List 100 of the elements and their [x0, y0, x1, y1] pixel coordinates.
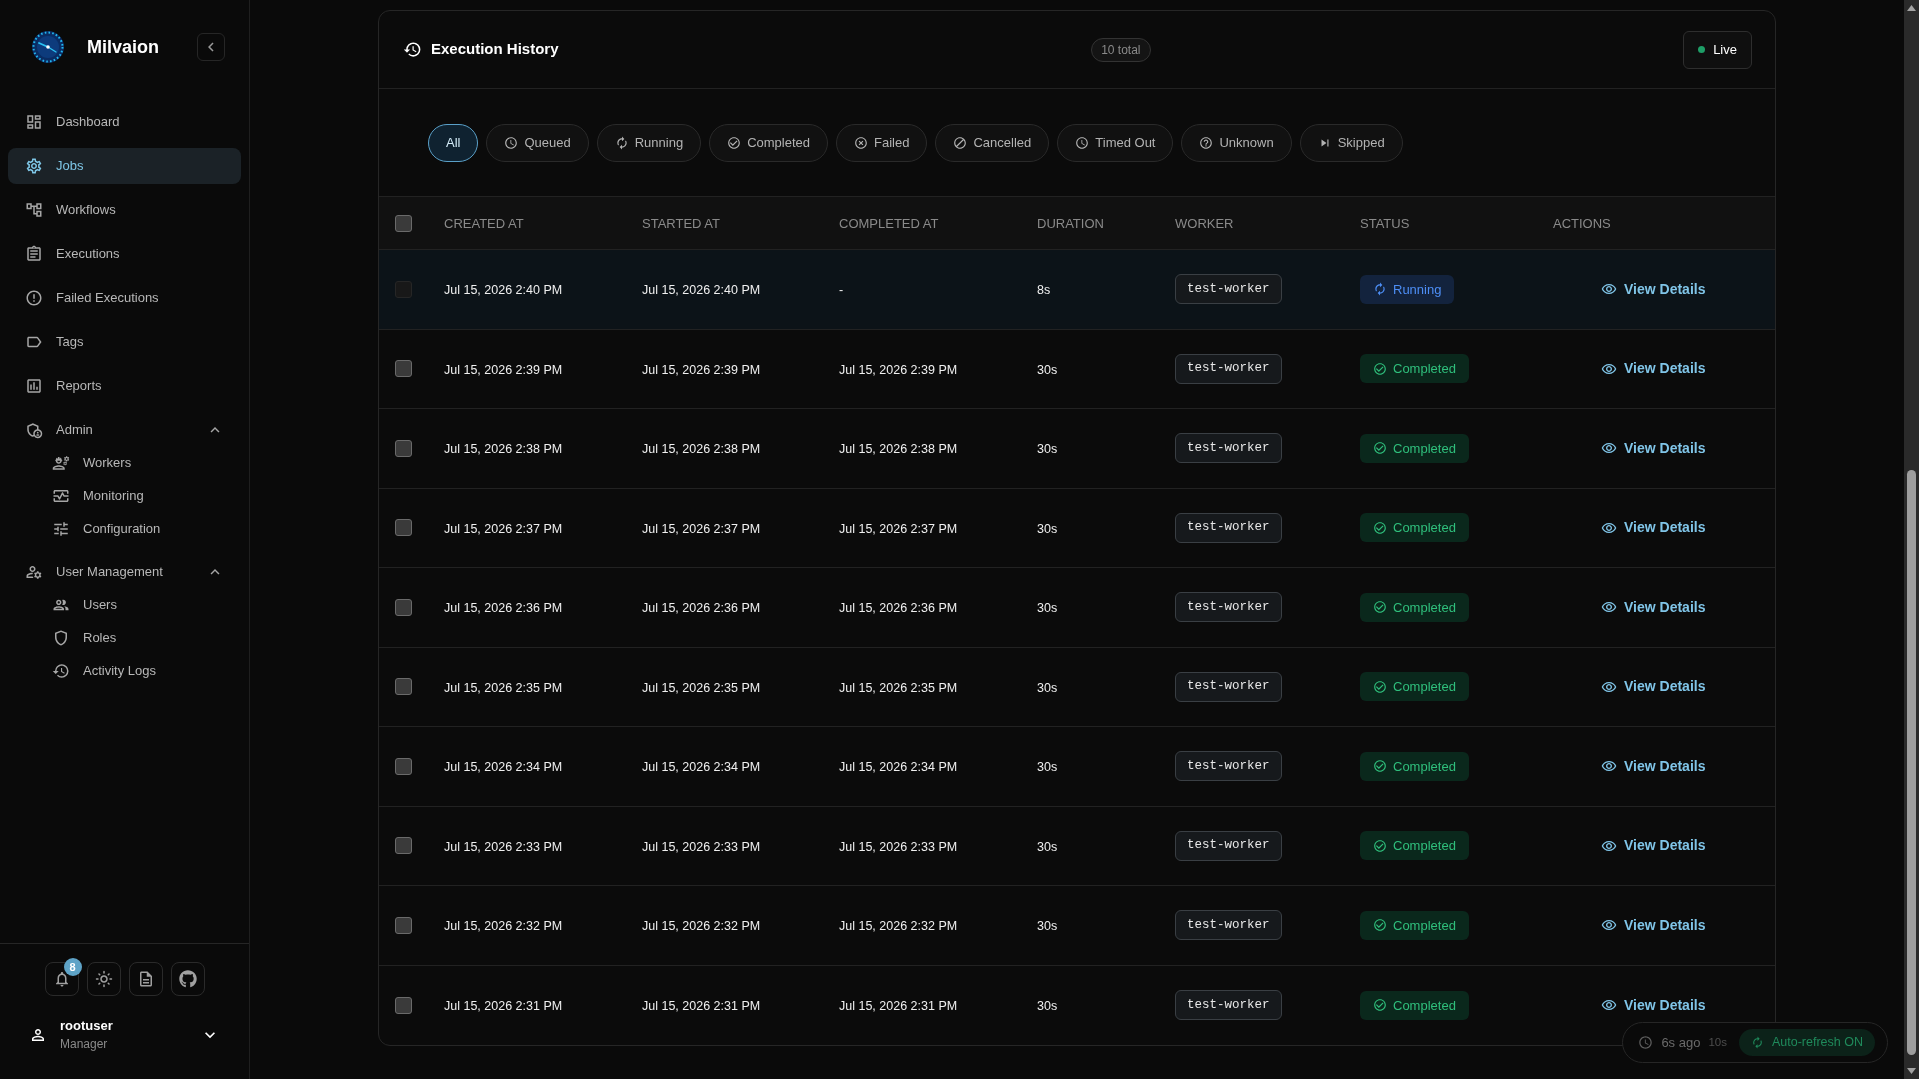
filter-tab[interactable]: Failed: [836, 123, 928, 162]
filter-tab[interactable]: Queued: [486, 123, 589, 162]
view-details-link[interactable]: View Details: [1601, 676, 1706, 698]
column-header: STARTED AT: [642, 216, 720, 231]
view-details-link[interactable]: View Details: [1601, 596, 1706, 618]
sidebar-item[interactable]: Failed Executions: [8, 280, 241, 316]
refresh-icon: [614, 135, 629, 150]
sidebar-item[interactable]: Executions: [8, 236, 241, 272]
docs-button[interactable]: [128, 962, 163, 996]
filter-tab[interactable]: Timed Out: [1057, 123, 1174, 162]
tree-diagram-icon: [25, 201, 43, 219]
table-cell: Jul 15, 2026 2:39 PM: [642, 362, 761, 377]
table-cell: 30s: [1037, 442, 1058, 457]
worker-tag: test-worker: [1175, 274, 1282, 305]
row-checkbox[interactable]: [395, 837, 412, 855]
row-checkbox[interactable]: [395, 360, 412, 378]
sidebar-subitem[interactable]: Workers: [8, 449, 241, 477]
sun-icon: [94, 970, 113, 988]
view-details-link[interactable]: View Details: [1601, 517, 1706, 539]
sidebar-item[interactable]: Reports: [8, 368, 241, 404]
sidebar-subitem[interactable]: Configuration: [8, 515, 241, 543]
filter-tab[interactable]: Unknown: [1181, 123, 1292, 162]
table-cell: Jul 15, 2026 2:38 PM: [839, 442, 958, 457]
table-cell: 30s: [1037, 680, 1058, 695]
table-cell: Jul 15, 2026 2:33 PM: [444, 839, 563, 854]
filter-tab[interactable]: Running: [596, 123, 702, 162]
filter-tab[interactable]: Cancelled: [935, 123, 1050, 162]
card-title: Execution History: [431, 39, 559, 60]
filter-tab[interactable]: Completed: [709, 123, 829, 162]
status-badge: Completed: [1360, 751, 1469, 781]
sidebar-subitem[interactable]: Activity Logs: [8, 657, 241, 685]
column-header: CREATED AT: [444, 216, 524, 231]
status-badge: Completed: [1360, 592, 1469, 622]
clock-icon: [1075, 135, 1090, 150]
sidebar-item[interactable]: Workflows: [8, 192, 241, 228]
sidebar-item[interactable]: Dashboard: [8, 104, 241, 140]
table-cell: Jul 15, 2026 2:34 PM: [444, 760, 563, 775]
status-badge: Completed: [1360, 354, 1469, 384]
refresh-interval: 10s: [1708, 1034, 1727, 1050]
row-checkbox[interactable]: [395, 996, 412, 1014]
table-cell: Jul 15, 2026 2:38 PM: [642, 442, 761, 457]
row-checkbox[interactable]: [395, 757, 412, 775]
table-cell: 8s: [1037, 283, 1051, 298]
scrollbar[interactable]: [1904, 0, 1919, 1079]
sidebar-item[interactable]: Tags: [8, 324, 241, 360]
table-cell: Jul 15, 2026 2:37 PM: [642, 521, 761, 536]
table-cell: Jul 15, 2026 2:32 PM: [444, 919, 563, 934]
engineer-icon: [52, 454, 70, 472]
person-gear-icon: [25, 563, 43, 581]
column-header: COMPLETED AT: [839, 216, 939, 231]
row-checkbox[interactable]: [395, 598, 412, 616]
github-button[interactable]: [170, 962, 205, 996]
table-cell: Jul 15, 2026 2:35 PM: [642, 680, 761, 695]
scrollbar-thumb[interactable]: [1907, 470, 1916, 1055]
view-details-link[interactable]: View Details: [1601, 835, 1706, 857]
view-details-link[interactable]: View Details: [1601, 994, 1706, 1016]
auto-refresh-toggle[interactable]: Auto-refresh ON: [1739, 1029, 1875, 1056]
column-header: STATUS: [1360, 216, 1410, 231]
filter-tab[interactable]: All: [428, 123, 479, 162]
view-details-link[interactable]: View Details: [1601, 358, 1706, 380]
clipboard-icon: [25, 245, 43, 263]
row-checkbox[interactable]: [395, 519, 412, 537]
row-checkbox[interactable]: [395, 439, 412, 457]
sidebar-subitem[interactable]: Roles: [8, 624, 241, 652]
notification-count: 8: [63, 958, 82, 976]
table-cell: Jul 15, 2026 2:36 PM: [642, 601, 761, 616]
sidebar-group-header[interactable]: User Management: [8, 554, 241, 590]
history-icon: [52, 662, 70, 680]
view-details-link[interactable]: View Details: [1601, 914, 1706, 936]
theme-toggle-button[interactable]: [86, 962, 121, 996]
view-details-link[interactable]: View Details: [1601, 278, 1706, 300]
table-cell: 30s: [1037, 521, 1058, 536]
worker-tag: test-worker: [1175, 990, 1282, 1021]
sidebar-item[interactable]: Jobs: [8, 148, 241, 184]
column-header: DURATION: [1037, 216, 1104, 231]
filter-tab[interactable]: Skipped: [1299, 123, 1403, 162]
scroll-up-arrow-icon: [1907, 5, 1916, 11]
view-details-link[interactable]: View Details: [1601, 755, 1706, 777]
status-badge: Completed: [1360, 831, 1469, 861]
row-checkbox[interactable]: [395, 678, 412, 696]
worker-tag: test-worker: [1175, 592, 1282, 623]
table-cell: Jul 15, 2026 2:31 PM: [839, 999, 958, 1014]
row-checkbox[interactable]: [395, 916, 412, 934]
sidebar-group-header[interactable]: Admin: [8, 412, 241, 448]
table-cell: Jul 15, 2026 2:32 PM: [642, 919, 761, 934]
table-cell: Jul 15, 2026 2:37 PM: [839, 521, 958, 536]
worker-tag: test-worker: [1175, 671, 1282, 702]
refresh-icon: [1373, 282, 1387, 297]
live-button[interactable]: Live: [1683, 30, 1752, 69]
view-details-link[interactable]: View Details: [1601, 437, 1706, 459]
shield-icon: [52, 629, 70, 647]
worker-tag: test-worker: [1175, 512, 1282, 543]
table-cell: 30s: [1037, 760, 1058, 775]
sidebar-subitem[interactable]: Monitoring: [8, 482, 241, 510]
sidebar-subitem[interactable]: Users: [8, 591, 241, 619]
user-role: Manager: [60, 1036, 109, 1053]
table-cell: 30s: [1037, 919, 1058, 934]
collapse-sidebar-button[interactable]: [197, 33, 225, 61]
column-header: ACTIONS: [1553, 216, 1611, 231]
select-all-checkbox[interactable]: [395, 214, 412, 232]
